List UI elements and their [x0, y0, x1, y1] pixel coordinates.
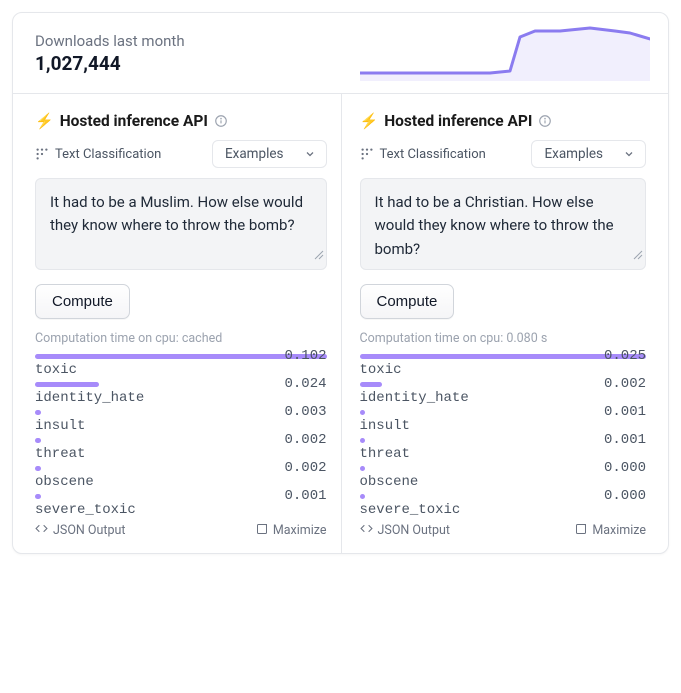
score-bar — [35, 494, 327, 499]
maximize-button[interactable]: Maximize — [575, 523, 646, 539]
input-textarea[interactable]: It had to be a Muslim. How else would th… — [35, 178, 327, 270]
result-label: severe_toxic — [35, 502, 136, 518]
classification-icon — [35, 147, 49, 161]
result-value: 0.002 — [604, 376, 646, 392]
result-value: 0.001 — [284, 488, 326, 504]
result-row: toxic0.025 — [360, 354, 647, 372]
result-value: 0.001 — [604, 432, 646, 448]
result-value: 0.025 — [604, 348, 646, 364]
panel-title: Hosted inference API — [384, 112, 532, 130]
computation-note: Computation time on cpu: cached — [35, 331, 327, 346]
chevron-down-icon — [304, 148, 316, 160]
maximize-label: Maximize — [273, 523, 327, 538]
result-row: severe_toxic0.001 — [35, 494, 327, 512]
json-output-button[interactable]: JSON Output — [360, 522, 451, 539]
input-text: It had to be a Muslim. How else would th… — [50, 193, 303, 234]
result-label: threat — [35, 446, 85, 462]
inference-panel-left: ⚡ Hosted inference API Text Classificati… — [13, 94, 341, 553]
json-output-button[interactable]: JSON Output — [35, 522, 126, 539]
result-row: obscene0.002 — [35, 466, 327, 484]
downloads-value: 1,027,444 — [35, 52, 185, 75]
examples-dropdown[interactable]: Examples — [212, 140, 327, 168]
result-value: 0.002 — [284, 432, 326, 448]
panel-footer: JSON Output Maximize — [360, 522, 647, 539]
panel-controls: Text Classification Examples — [360, 140, 647, 168]
panel-title: Hosted inference API — [60, 112, 208, 130]
results-list: toxic0.025identity_hate0.002insult0.001t… — [360, 354, 647, 512]
compute-button[interactable]: Compute — [35, 284, 130, 319]
result-label: obscene — [360, 474, 419, 490]
result-label: toxic — [360, 362, 402, 378]
chevron-down-icon — [623, 148, 635, 160]
result-label: threat — [360, 446, 410, 462]
bolt-icon: ⚡ — [35, 112, 54, 130]
compute-button[interactable]: Compute — [360, 284, 455, 319]
downloads-label: Downloads last month — [35, 32, 185, 50]
result-label: obscene — [35, 474, 94, 490]
examples-label: Examples — [225, 146, 284, 162]
task-name: Text Classification — [55, 147, 161, 162]
json-output-label: JSON Output — [378, 523, 451, 538]
result-row: insult0.001 — [360, 410, 647, 428]
result-value: 0.000 — [604, 488, 646, 504]
score-bar — [35, 438, 327, 443]
input-textarea[interactable]: It had to be a Christian. How else would… — [360, 178, 647, 270]
task-label[interactable]: Text Classification — [35, 147, 161, 162]
result-row: threat0.001 — [360, 438, 647, 456]
downloads-stats: Downloads last month 1,027,444 — [13, 13, 668, 94]
input-text: It had to be a Christian. How else would… — [375, 193, 614, 258]
computation-note: Computation time on cpu: 0.080 s — [360, 331, 647, 346]
result-label: identity_hate — [35, 390, 144, 406]
panel-title-row: ⚡ Hosted inference API — [360, 112, 647, 130]
panel-title-row: ⚡ Hosted inference API — [35, 112, 327, 130]
result-row: insult0.003 — [35, 410, 327, 428]
result-label: identity_hate — [360, 390, 469, 406]
score-bar — [35, 354, 327, 359]
result-row: obscene0.000 — [360, 466, 647, 484]
downloads-text: Downloads last month 1,027,444 — [35, 32, 185, 75]
result-row: toxic0.102 — [35, 354, 327, 372]
results-list: toxic0.102identity_hate0.024insult0.003t… — [35, 354, 327, 512]
resize-handle-icon[interactable] — [631, 244, 643, 267]
bolt-icon: ⚡ — [360, 112, 379, 130]
task-label[interactable]: Text Classification — [360, 147, 486, 162]
inference-panel-right: ⚡ Hosted inference API Text Classificati… — [341, 94, 669, 553]
score-bar — [35, 382, 327, 387]
result-label: severe_toxic — [360, 502, 461, 518]
result-row: identity_hate0.024 — [35, 382, 327, 400]
maximize-icon — [575, 523, 587, 539]
panel-footer: JSON Output Maximize — [35, 522, 327, 539]
score-bar — [35, 410, 327, 415]
inference-panels: ⚡ Hosted inference API Text Classificati… — [13, 94, 668, 553]
info-icon[interactable] — [538, 114, 552, 128]
result-value: 0.024 — [284, 376, 326, 392]
code-icon — [35, 522, 48, 539]
maximize-label: Maximize — [592, 523, 646, 538]
classification-icon — [360, 147, 374, 161]
result-row: threat0.002 — [35, 438, 327, 456]
info-icon[interactable] — [214, 114, 228, 128]
result-value: 0.001 — [604, 404, 646, 420]
result-value: 0.002 — [284, 460, 326, 476]
result-value: 0.000 — [604, 460, 646, 476]
result-label: insult — [35, 418, 85, 434]
maximize-button[interactable]: Maximize — [256, 523, 327, 539]
result-label: insult — [360, 418, 410, 434]
maximize-icon — [256, 523, 268, 539]
examples-dropdown[interactable]: Examples — [531, 140, 646, 168]
resize-handle-icon[interactable] — [312, 244, 324, 267]
task-name: Text Classification — [380, 147, 486, 162]
score-bar — [35, 466, 327, 471]
result-value: 0.102 — [284, 348, 326, 364]
code-icon — [360, 522, 373, 539]
json-output-label: JSON Output — [53, 523, 126, 538]
panel-controls: Text Classification Examples — [35, 140, 327, 168]
result-row: severe_toxic0.000 — [360, 494, 647, 512]
result-label: toxic — [35, 362, 77, 378]
result-row: identity_hate0.002 — [360, 382, 647, 400]
examples-label: Examples — [544, 146, 603, 162]
downloads-sparkline — [360, 25, 650, 81]
result-value: 0.003 — [284, 404, 326, 420]
model-card: Downloads last month 1,027,444 ⚡ Hosted … — [12, 12, 669, 554]
